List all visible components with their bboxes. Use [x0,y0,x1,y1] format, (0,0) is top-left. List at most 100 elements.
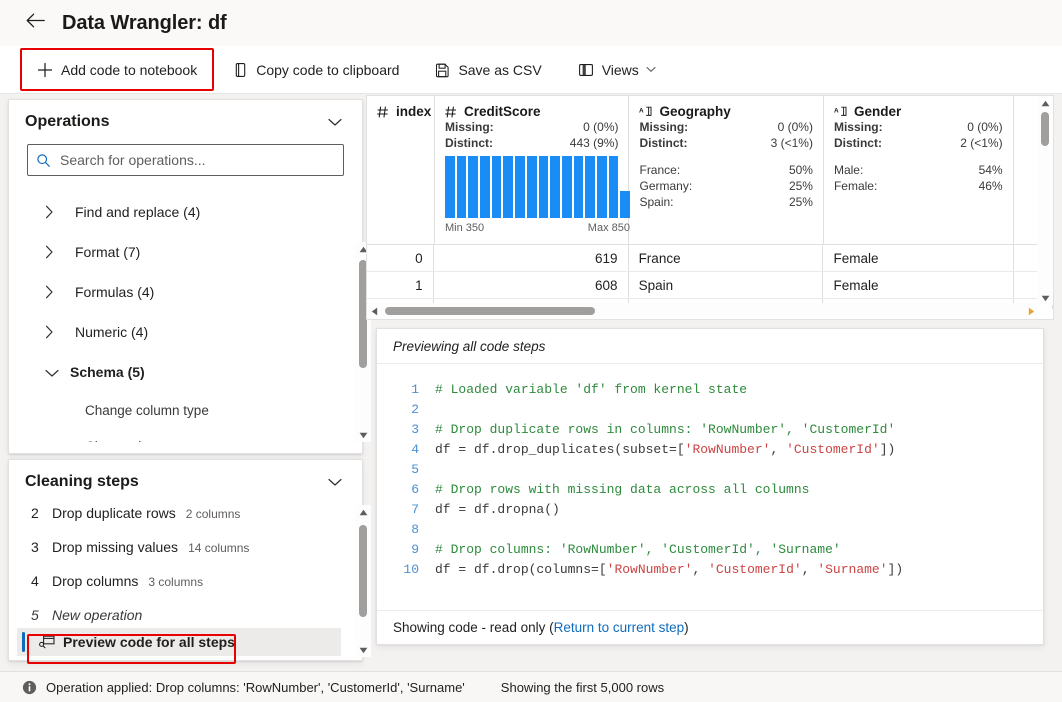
column-header-creditscore[interactable]: CreditScore Missing: 0 (0%) Distinct: 44… [435,96,629,244]
scroll-up-arrow-icon[interactable] [1041,96,1050,110]
code-line: 3# Drop duplicate rows in columns: 'RowN… [377,420,1043,440]
scroll-thumb[interactable] [359,525,367,617]
cleaning-steps-list: 2 Drop duplicate rows 2 columns 3 Drop m… [9,505,349,641]
operations-group-numeric[interactable]: Numeric (4) [9,312,346,352]
code-preview-body[interactable]: 1# Loaded variable 'df' from kernel stat… [377,364,1043,599]
preview-code-for-all-steps-row[interactable]: Preview code for all steps [17,628,341,656]
code-token: , [802,562,818,577]
code-line-text: # Drop duplicate rows in columns: 'RowNu… [435,420,895,440]
data-grid: index CreditScore Missing: 0 (0%) [366,95,1054,320]
category-value: 50% [789,162,813,178]
code-token: 'CustomerId' [708,562,802,577]
step-number: 4 [31,573,47,589]
chevron-down-icon [646,66,656,73]
operation-change-column-type[interactable]: Change column type [9,392,346,428]
search-box[interactable] [27,144,344,176]
save-as-csv-label: Save as CSV [458,63,541,77]
table-row[interactable]: 0 619 France Female [367,245,1053,272]
views-button[interactable]: Views [567,53,667,87]
stat-value: 0 (0%) [778,119,813,135]
scroll-left-arrow-icon[interactable] [367,307,381,316]
back-arrow-icon [26,13,45,33]
column-header-gender[interactable]: A Gender Missing: 0 (0%) Distinct: 2 (<1… [824,96,1014,244]
svg-text:A: A [639,107,644,114]
scroll-track[interactable] [381,303,1024,319]
code-line-number: 7 [377,500,435,520]
code-line-text: # Drop columns: 'RowNumber', 'CustomerId… [435,540,841,560]
step-name: Drop columns [52,573,138,589]
copy-code-to-clipboard-button[interactable]: Copy code to clipboard [222,53,410,87]
status-message: Operation applied: Drop columns: 'RowNum… [46,680,465,695]
code-footer-suffix: ) [684,620,689,635]
cleaning-step-row[interactable]: 3 Drop missing values 14 columns [9,539,349,573]
table-row[interactable]: 1 608 Spain Female [367,272,1053,299]
save-as-csv-button[interactable]: Save as CSV [424,53,552,87]
category-row: Female: 46% [834,178,1003,194]
scroll-thumb[interactable] [1041,112,1049,146]
return-to-current-step-link[interactable]: Return to current step [554,620,685,635]
code-line-number: 2 [377,400,435,420]
code-preview-icon [39,635,55,649]
cleaning-step-row[interactable]: 2 Drop duplicate rows 2 columns [9,505,349,539]
scroll-down-arrow-icon[interactable] [359,428,368,442]
column-header-index[interactable]: index [367,96,435,244]
operation-clone-column[interactable]: Clone column [9,428,346,442]
histogram-bar [503,156,513,218]
operations-group-label: Schema (5) [70,364,145,380]
add-code-to-notebook-button[interactable]: Add code to notebook [26,53,208,87]
column-header-geography[interactable]: A Geography Missing: 0 (0%) Distinct: 3 … [629,96,823,244]
scroll-up-arrow-icon[interactable] [359,505,368,519]
cell-creditscore: 608 [434,272,629,298]
search-input[interactable] [58,151,335,169]
category-key: Spain: [639,194,673,210]
operations-group-schema[interactable]: Schema (5) [9,352,346,392]
chevron-down-icon [45,367,59,378]
data-grid-header-row: index CreditScore Missing: 0 (0%) [367,96,1053,244]
histogram-bar [539,156,549,218]
scroll-track[interactable] [355,519,371,643]
cleaning-steps-collapse-chevron-down-icon[interactable] [324,474,346,491]
histogram-bar [492,156,502,218]
category-value: 25% [789,178,813,194]
data-grid-vertical-scrollbar[interactable] [1037,96,1053,305]
cell-index: 1 [367,272,434,298]
operations-group-find-and-replace[interactable]: Find and replace (4) [9,192,346,232]
scroll-thumb[interactable] [385,307,595,315]
category-value: 25% [789,194,813,210]
category-row: Germany: 25% [639,178,812,194]
text-type-icon: A [639,106,652,118]
operations-collapse-chevron-down-icon[interactable] [324,114,346,131]
code-line: 8 [377,520,1043,540]
operation-label: Change column type [85,403,209,418]
cleaning-steps-scrollbar[interactable] [355,505,371,657]
histogram-bar [527,156,537,218]
operations-title: Operations [25,113,109,131]
scroll-track[interactable] [1037,110,1053,291]
back-button[interactable] [18,6,52,40]
scroll-right-arrow-icon[interactable] [1024,307,1038,316]
scroll-down-arrow-icon[interactable] [1041,291,1050,305]
code-line-text: df = df.drop(columns=['RowNumber', 'Cust… [435,560,903,580]
code-line-text: df = df.dropna() [435,500,560,520]
operations-group-format[interactable]: Format (7) [9,232,346,272]
operations-group-label: Format (7) [75,244,140,260]
histogram-bar [480,156,490,218]
cleaning-steps-title: Cleaning steps [25,473,139,491]
status-bar: Operation applied: Drop columns: 'RowNum… [0,671,1062,702]
column-stat-distinct: Distinct: 3 (<1%) [639,135,812,151]
code-line-text: df = df.drop_duplicates(subset=['RowNumb… [435,440,895,460]
category-value: 46% [979,178,1003,194]
data-grid-horizontal-scrollbar[interactable] [367,303,1038,319]
stat-value: 443 (9%) [570,135,619,151]
code-token: df = df.dropna() [435,502,560,517]
operations-group-formulas[interactable]: Formulas (4) [9,272,346,312]
histogram-bar [585,156,595,218]
code-line-number: 9 [377,540,435,560]
cleaning-step-row[interactable]: 4 Drop columns 3 columns [9,573,349,607]
operation-label: Clone column [85,439,168,443]
code-line: 2 [377,400,1043,420]
chevron-right-icon [45,325,54,339]
scroll-down-arrow-icon[interactable] [359,643,368,657]
stat-key: Distinct: [834,135,882,151]
step-number: 3 [31,539,47,555]
